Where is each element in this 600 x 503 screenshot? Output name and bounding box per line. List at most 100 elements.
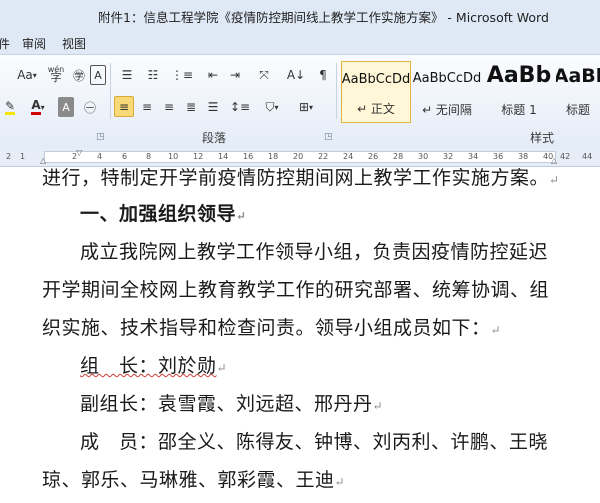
section-heading-text: 一、加强组织领导: [80, 203, 237, 225]
increase-indent-button[interactable]: ⇥: [226, 65, 244, 85]
change-case-button[interactable]: Aa ▾: [14, 65, 40, 85]
borders-icon: ⊞: [298, 100, 310, 114]
first-line-indent-marker-icon[interactable]: ▽: [76, 148, 82, 157]
paint-bucket-icon: ⛉: [265, 99, 275, 114]
font-color-label: A: [31, 99, 41, 115]
doc-line-text: 成 员：邵全义、陈得友、钟博、刘丙利、许鹏、王晓: [80, 431, 549, 453]
ruler-number: 10: [168, 152, 179, 161]
char-border-button[interactable]: A: [90, 65, 106, 85]
line-spacing-icon: ↕≡: [229, 100, 251, 114]
increase-indent-icon: ⇥: [229, 68, 241, 82]
align-center-button[interactable]: ≡: [138, 97, 156, 117]
align-left-icon: ≡: [118, 99, 130, 114]
doc-line: 织实施、技术指导和检查问责。领导小组成员如下：↵: [42, 313, 501, 340]
align-right-button[interactable]: ≡: [160, 97, 178, 117]
align-right-icon: ≡: [163, 100, 175, 114]
chinese-layout-icon: ⤧: [259, 67, 269, 82]
enclosed-char-icon: ㊫: [72, 68, 85, 83]
justify-icon: ≣: [185, 100, 197, 114]
chinese-layout-button[interactable]: ⤧: [252, 65, 276, 85]
doc-line-text: 副组长：袁雪霞、刘远超、邢丹丹: [80, 393, 373, 415]
style-no-spacing-name: ↵ 无间隔: [422, 103, 472, 117]
doc-line: 副组长：袁雪霞、刘远超、邢丹丹↵: [80, 389, 383, 416]
doc-line-text: 成立我院网上教学工作领导小组，负责因疫情防控延迟: [80, 241, 549, 263]
style-title[interactable]: AaBl 标题: [556, 61, 600, 123]
ruler-number: 8: [146, 152, 152, 161]
right-indent-marker-icon[interactable]: △: [551, 156, 557, 165]
ruler-number: 36: [493, 152, 504, 161]
doc-line: 进行，特制定开学前疫情防控期间网上教学工作实施方案。↵: [42, 167, 560, 190]
title-bar: 附件1：信息工程学院《疫情防控期间线上教学工作实施方案》 - Microsoft…: [0, 0, 600, 31]
style-normal[interactable]: AaBbCcDd ↵ 正文: [341, 61, 411, 123]
tab-file-partial[interactable]: 件: [0, 35, 10, 52]
tab-review[interactable]: 审阅: [22, 35, 46, 52]
justify-button[interactable]: ≣: [182, 97, 200, 117]
style-heading-1[interactable]: AaBb 标题 1: [484, 61, 554, 123]
doc-line-text: 进行，特制定开学前疫情防控期间网上教学工作实施方案。: [42, 167, 550, 189]
ruler-number: 1: [20, 152, 26, 161]
paragraph-mark: ↵: [490, 323, 502, 337]
ribbon-tabs: 件 审阅 视图: [0, 30, 600, 54]
multilevel-list-button[interactable]: ⋮≡: [170, 65, 194, 85]
style-normal-name: ↵ 正文: [357, 102, 395, 116]
show-marks-button[interactable]: ¶: [314, 65, 332, 85]
ruler-number: 32: [443, 152, 454, 161]
decrease-indent-button[interactable]: ⇤: [204, 65, 222, 85]
align-left-button[interactable]: ≡: [114, 96, 134, 117]
font-dialog-launcher-icon[interactable]: ◳: [96, 132, 105, 142]
paragraph-mark: ↵: [334, 475, 346, 489]
ribbon: Aa ▾ wén 字 ㊫ A ☰ ☷ ⋮≡ ⇤ ⇥ ⤧ A↓ ¶ ✎ A ▾ A ㊀ …: [0, 54, 600, 149]
numbering-icon: ☷: [147, 68, 159, 82]
horizontal-ruler[interactable]: 2 1 2 4 6 8 10 12 14 16 18 20 22 24 26 2…: [0, 148, 600, 167]
section-heading: 一、加强组织领导↵: [80, 199, 247, 226]
window-title: 附件1：信息工程学院《疫情防控期间线上教学工作实施方案》 - Microsoft…: [98, 10, 549, 25]
bullets-button[interactable]: ☰: [116, 65, 138, 85]
enclose-chars-button[interactable]: ㊀: [80, 97, 100, 117]
font-color-button[interactable]: A ▾: [26, 97, 50, 117]
group-separator-styles: [336, 63, 337, 119]
paragraph-mark: ↵: [549, 173, 560, 187]
numbering-button[interactable]: ☷: [142, 65, 164, 85]
style-no-spacing[interactable]: AaBbCcDd ↵ 无间隔: [412, 61, 482, 123]
borders-button[interactable]: ⊞ ▾: [292, 97, 320, 117]
paragraph-dialog-launcher-icon[interactable]: ◳: [324, 132, 333, 142]
ruler-number: 42: [560, 152, 571, 161]
group-label-paragraph: 段落: [202, 131, 227, 145]
change-case-label: Aa: [17, 68, 33, 82]
shading-button[interactable]: ⛉ ▾: [258, 97, 286, 117]
ruler-number: 26: [368, 152, 379, 161]
paragraph-mark: ↵: [236, 209, 247, 223]
align-center-icon: ≡: [141, 100, 153, 114]
group-label-styles: 样式: [530, 131, 555, 145]
ruler-number: 2: [6, 152, 12, 161]
enclose-chars-icon: ㊀: [83, 100, 96, 115]
ruler-number: 44: [582, 152, 593, 161]
show-marks-label: ¶: [319, 68, 327, 82]
ruler-number: 34: [468, 152, 479, 161]
left-indent-marker-icon[interactable]: △: [40, 156, 46, 165]
line-spacing-button[interactable]: ↕≡: [228, 97, 252, 117]
enclosed-char-button[interactable]: ㊫: [70, 65, 88, 85]
text-highlight-button[interactable]: ✎: [0, 97, 20, 117]
ruler-number: 16: [243, 152, 254, 161]
ruler-number: 4: [97, 152, 103, 161]
char-shading-button[interactable]: A: [58, 97, 74, 117]
document-page[interactable]: 进行，特制定开学前疫情防控期间网上教学工作实施方案。↵ 一、加强组织领导↵ 成立…: [0, 167, 600, 503]
highlighter-icon: ✎: [4, 98, 16, 115]
paragraph-mark: ↵: [372, 399, 384, 413]
group-separator: [110, 63, 111, 119]
style-title-name: 标题: [565, 103, 590, 117]
ruler-number: 18: [268, 152, 279, 161]
doc-line: 琼、郭乐、马琳雅、郭彩霞、王迪↵: [42, 465, 345, 492]
doc-line: 组 长：刘於勋↵: [80, 351, 227, 378]
distributed-button[interactable]: ☰: [204, 97, 222, 117]
decrease-indent-icon: ⇤: [207, 68, 219, 82]
tab-view[interactable]: 视图: [62, 35, 86, 52]
phonetic-guide-button[interactable]: wén 字: [46, 64, 66, 84]
sort-button[interactable]: A↓: [286, 65, 306, 85]
style-heading-1-sample: AaBb: [486, 63, 552, 88]
doc-line-text: 组 长：刘於勋: [80, 355, 217, 377]
char-border-label: A: [94, 68, 102, 82]
doc-line-text: 开学期间全校网上教育教学工作的研究部署、统筹协调、组: [42, 279, 550, 301]
paragraph-mark: ↵: [216, 361, 228, 375]
